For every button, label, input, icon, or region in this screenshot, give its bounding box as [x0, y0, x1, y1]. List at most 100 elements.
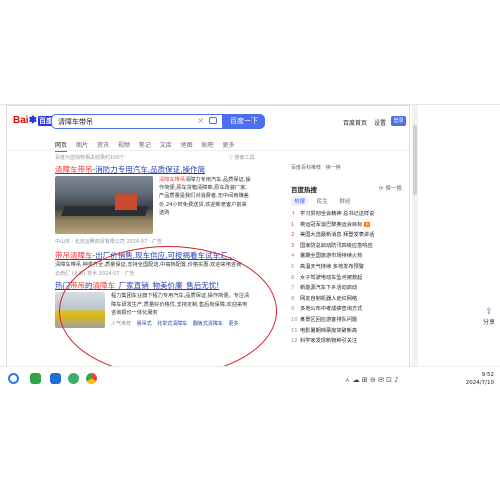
- search-header: Bai✽ 百度 清障车带吊 × 百度一下 百度首页 设置 登录: [7, 106, 409, 136]
- hot-rank: 3: [291, 242, 295, 249]
- result-3-title-highlight: 带吊: [70, 281, 85, 290]
- hot-text: 暑期全国旅游市场持续火热: [300, 253, 363, 260]
- tab-images[interactable]: 图片: [76, 142, 88, 149]
- sitelink[interactable]: 悬吊式: [137, 321, 152, 327]
- result-3-title-pre: 热门: [55, 281, 70, 290]
- search-tools-link[interactable]: ▽ 搜索工具: [229, 154, 254, 161]
- recommend-label: 百度百科推荐: [291, 165, 322, 171]
- hot-tab[interactable]: 民生: [314, 196, 331, 206]
- truck-cab-shape: [115, 194, 137, 210]
- result-2-snippet: 清障车带吊 种类齐全,质量保证,支持全国配送,中高档配置,价格实惠,欢迎来电咨询: [55, 262, 242, 268]
- result-1-snippet-highlight: 清障车带吊: [159, 177, 185, 183]
- result-2-title[interactable]: 带吊清障车-出厂价销售,现车供应,可按揭看车试车汇...: [55, 250, 235, 261]
- clear-icon[interactable]: ×: [197, 116, 204, 125]
- result-1-title[interactable]: 清障车带吊-消防力专用汽车,品质保证,操作简: [55, 164, 205, 175]
- tab-divider: [7, 150, 409, 151]
- hot-search-item[interactable]: 10 某景区回应游客排队问题: [291, 316, 409, 327]
- search-tools-label: 搜索工具: [234, 155, 255, 161]
- app-icon[interactable]: [50, 373, 61, 384]
- clock-date: 2024/7/10: [465, 380, 494, 386]
- edge-icon[interactable]: [30, 373, 41, 384]
- sitelink[interactable]: 托举式清障车: [157, 321, 187, 327]
- refresh-link[interactable]: 换一换: [326, 165, 341, 171]
- result-3-title[interactable]: 热门带吊的清障车_厂家直销_物美价廉_售后无忧!: [55, 280, 219, 291]
- hot-rank: 8: [291, 295, 295, 302]
- hot-search-item[interactable]: 2 美国大选最新消息 拜登发表讲话: [291, 231, 409, 242]
- clock-time: 9:52: [481, 372, 494, 378]
- ad-tag: 广告: [152, 239, 163, 245]
- result-1-title-highlight: 清障车带吊: [55, 165, 93, 174]
- ad-tag: 广告: [124, 271, 135, 277]
- sitelink[interactable]: 更多: [228, 321, 238, 327]
- search-button[interactable]: 百度一下: [223, 114, 265, 129]
- hot-text: 网友自制机器人走红网络: [300, 295, 358, 302]
- result-3-thumbnail[interactable]: [55, 292, 105, 328]
- search-tabs: 网页 图片 资讯 视频 笔记 文库 地图 贴吧 更多: [55, 140, 242, 152]
- sitelink[interactable]: 翻板式清障车: [193, 321, 223, 327]
- hot-tab[interactable]: 财经: [337, 196, 354, 206]
- search-icon[interactable]: [8, 373, 19, 384]
- refresh-icon: ⟳: [379, 186, 384, 192]
- share-label: 分享: [482, 319, 495, 326]
- browser-icon[interactable]: [68, 373, 79, 384]
- browser-window: Bai✽ 百度 清障车带吊 × 百度一下 百度首页 设置 登录 网页 图片 资讯 视…: [0, 104, 500, 367]
- hot-search-item[interactable]: 1 奥运冠军谈巴黎奥运会目标热: [291, 221, 409, 232]
- tab-wenku[interactable]: 文库: [160, 142, 172, 149]
- result-1-title-text: -消防力专用汽车,品质保证,操作简: [92, 165, 205, 174]
- hot-search-item[interactable]: ↑ 学习贯彻全会精神 总书记这样说: [291, 210, 409, 221]
- login-button[interactable]: 登录: [391, 116, 406, 126]
- hot-search-item[interactable]: 4 暑期全国旅游市场持续火热: [291, 252, 409, 263]
- hot-text: 多地公布中考成绩查询方式: [300, 306, 363, 313]
- hot-change-button[interactable]: ⟳ 换一换: [379, 184, 402, 192]
- home-link[interactable]: 百度首页: [343, 120, 367, 127]
- settings-link[interactable]: 设置: [374, 120, 386, 127]
- logo-text: Bai: [13, 115, 29, 126]
- hot-rank: 12: [291, 338, 298, 345]
- hot-search-item[interactable]: 3 国家防总启动防汛四级应急响应: [291, 242, 409, 253]
- hot-rank: ↑: [291, 211, 296, 217]
- hot-search-item[interactable]: 6 女子驾驶电动车坠河被救起: [291, 274, 409, 285]
- result-3-sitelinks: 人气推荐 悬吊式 托举式清障车 翻板式清障车 更多: [111, 320, 238, 327]
- hot-rank: 11: [291, 327, 298, 334]
- hot-search-item[interactable]: 9 多地公布中考成绩查询方式: [291, 305, 409, 316]
- hot-rank: 7: [291, 285, 295, 292]
- hot-text: 高温天气持续 多地发布预警: [300, 263, 364, 270]
- taskbar: ㅅ ☁ ⊞ ⊖ ✉ ⊡ ♪ 9:52 2024/7/10: [0, 366, 500, 390]
- hot-search-title: 百度热搜: [291, 186, 317, 194]
- filter-icon: ▽: [229, 155, 233, 161]
- result-1-source: 中山市 · 北京运腾商贸有限公司 2024-07 · 广告: [55, 239, 163, 245]
- clock[interactable]: 9:52 2024/7/10: [462, 371, 494, 387]
- hot-change-label: 换一换: [385, 186, 402, 192]
- result-1-thumbnail[interactable]: [55, 176, 153, 234]
- hot-tabs: 热搜 民生 财经: [291, 196, 358, 206]
- result-1-source-text: 中山市 · 北京运腾商贸有限公司 2024-07: [55, 239, 148, 245]
- tab-video[interactable]: 视频: [118, 142, 130, 149]
- hot-rank: 4: [291, 253, 295, 260]
- baidu-logo[interactable]: Bai✽ 百度: [13, 115, 54, 126]
- hot-search-item[interactable]: 7 新能源汽车下乡活动启动: [291, 284, 409, 295]
- tab-map[interactable]: 地图: [181, 142, 193, 149]
- camera-icon[interactable]: [209, 117, 217, 124]
- chrome-icon[interactable]: [86, 373, 97, 384]
- hot-rank: 1: [291, 221, 295, 228]
- sitelinks-label: 人气推荐: [111, 321, 132, 327]
- tab-more[interactable]: 更多: [223, 142, 235, 149]
- hot-search-item[interactable]: 12 科学家发现新物种引关注: [291, 337, 409, 348]
- hot-search-item[interactable]: 11 电影暑期档票房突破新高: [291, 327, 409, 338]
- hot-search-item[interactable]: 8 网友自制机器人走红网络: [291, 295, 409, 306]
- hot-rank: 5: [291, 263, 295, 270]
- search-input[interactable]: 清障车带吊 ×: [51, 114, 223, 129]
- share-button[interactable]: ⇪ 分享: [480, 307, 498, 337]
- hot-search-item[interactable]: 5 高温天气持续 多地发布预警: [291, 263, 409, 274]
- tab-news[interactable]: 资讯: [97, 142, 109, 149]
- hot-text: 国家防总启动防汛四级应急响应: [300, 242, 373, 249]
- hot-text: 美国大选最新消息 拜登发表讲话: [300, 232, 375, 239]
- tab-tieba[interactable]: 贴吧: [202, 142, 214, 149]
- tab-notes[interactable]: 笔记: [139, 142, 151, 149]
- scrollbar-thumb[interactable]: [413, 125, 417, 195]
- hot-badge: 热: [364, 221, 371, 227]
- hot-text: 某景区回应游客排队问题: [300, 316, 358, 323]
- hot-tab[interactable]: 热搜: [291, 196, 309, 206]
- result-2-title-text: -出厂价销售,现车供应,可按揭看车试车汇...: [92, 251, 235, 260]
- system-tray[interactable]: ㅅ ☁ ⊞ ⊖ ✉ ⊡ ♪: [344, 375, 399, 385]
